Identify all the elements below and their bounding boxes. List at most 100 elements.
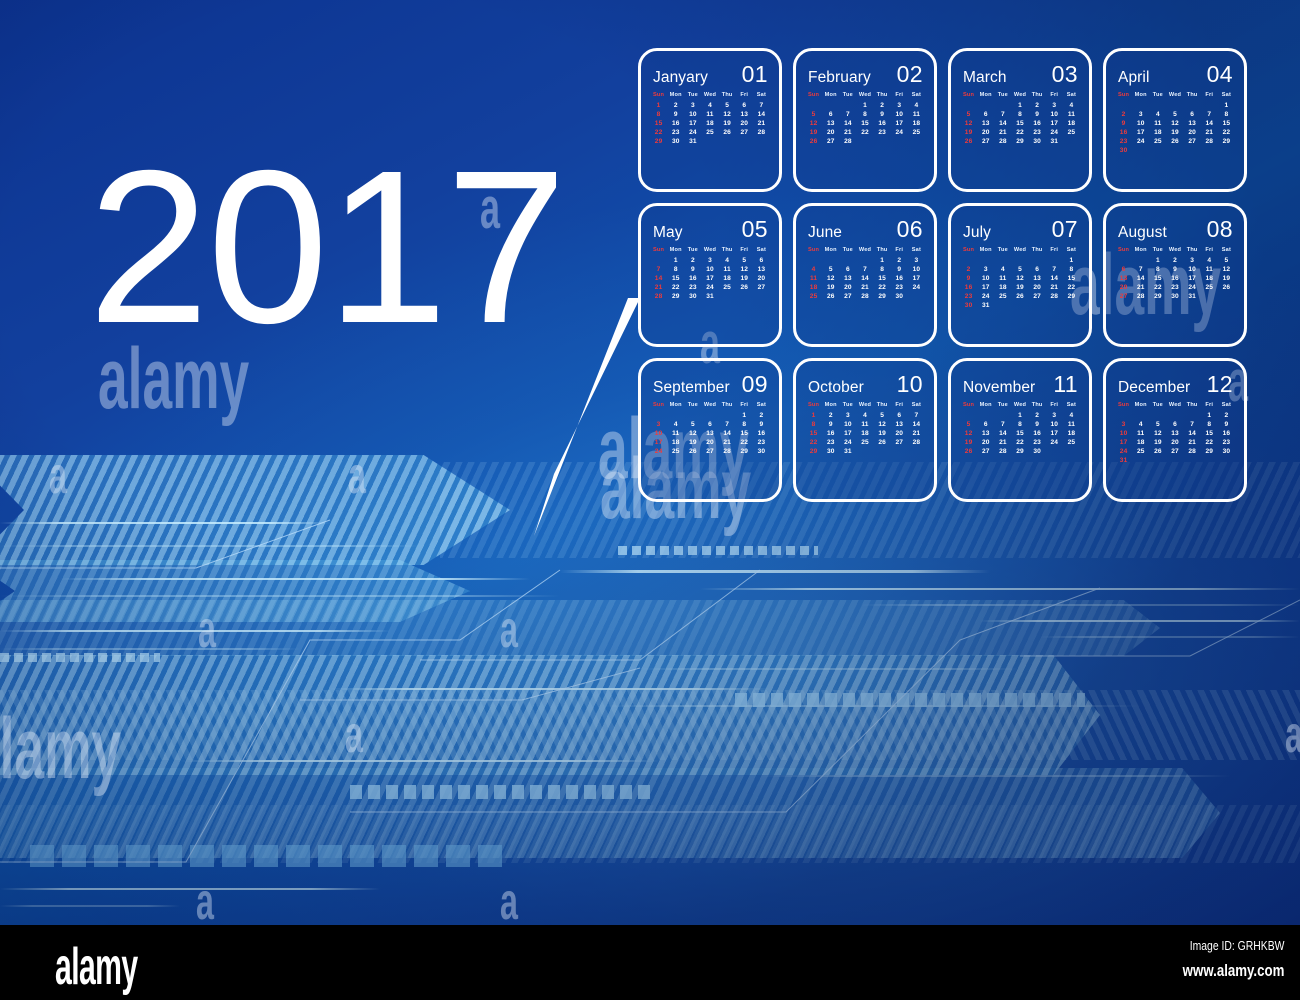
day-cell[interactable]: 14 bbox=[650, 275, 667, 282]
day-cell[interactable]: 3 bbox=[1132, 111, 1149, 118]
day-cell[interactable]: 17 bbox=[977, 284, 994, 291]
day-cell[interactable]: 21 bbox=[650, 284, 667, 291]
day-cell[interactable]: 30 bbox=[1029, 448, 1046, 455]
day-cell[interactable]: 26 bbox=[960, 448, 977, 455]
day-cell[interactable]: 19 bbox=[822, 284, 839, 291]
day-cell[interactable]: 24 bbox=[701, 284, 718, 291]
day-cell[interactable]: 1 bbox=[1218, 102, 1235, 109]
day-cell[interactable]: 22 bbox=[874, 284, 891, 291]
day-cell[interactable]: 9 bbox=[891, 266, 908, 273]
day-cell[interactable]: 7 bbox=[839, 111, 856, 118]
day-cell[interactable]: 11 bbox=[1132, 430, 1149, 437]
day-cell[interactable]: 2 bbox=[684, 257, 701, 264]
day-cell[interactable]: 25 bbox=[1063, 129, 1080, 136]
day-cell[interactable]: 6 bbox=[736, 102, 753, 109]
day-cell[interactable]: 26 bbox=[1011, 293, 1028, 300]
day-cell[interactable]: 16 bbox=[891, 275, 908, 282]
day-cell[interactable]: 24 bbox=[977, 293, 994, 300]
day-cell[interactable]: 22 bbox=[856, 129, 873, 136]
day-cell[interactable]: 4 bbox=[1063, 412, 1080, 419]
day-cell[interactable]: 3 bbox=[1046, 102, 1063, 109]
day-cell[interactable]: 13 bbox=[1184, 120, 1201, 127]
day-cell[interactable]: 1 bbox=[1063, 257, 1080, 264]
day-cell[interactable]: 22 bbox=[805, 439, 822, 446]
day-cell[interactable]: 1 bbox=[1011, 412, 1028, 419]
day-cell[interactable]: 25 bbox=[1132, 448, 1149, 455]
day-cell[interactable]: 21 bbox=[1201, 129, 1218, 136]
day-cell[interactable]: 16 bbox=[822, 430, 839, 437]
day-cell[interactable]: 4 bbox=[856, 412, 873, 419]
day-cell[interactable]: 31 bbox=[839, 448, 856, 455]
day-cell[interactable]: 25 bbox=[805, 293, 822, 300]
month-card-02[interactable]: February 02 Sun Mon Tue Wed Thu Fri Sat 1 2 3 4 5 6 7 8 9… bbox=[793, 48, 937, 192]
day-cell[interactable]: 5 bbox=[822, 266, 839, 273]
day-cell[interactable]: 1 bbox=[736, 412, 753, 419]
day-cell[interactable]: 14 bbox=[1132, 275, 1149, 282]
day-cell[interactable]: 9 bbox=[667, 111, 684, 118]
day-cell[interactable]: 23 bbox=[891, 284, 908, 291]
day-cell[interactable]: 3 bbox=[977, 266, 994, 273]
day-cell[interactable]: 28 bbox=[1132, 293, 1149, 300]
day-cell[interactable]: 10 bbox=[1046, 111, 1063, 118]
day-cell[interactable]: 28 bbox=[650, 293, 667, 300]
day-cell[interactable]: 2 bbox=[753, 412, 770, 419]
day-cell[interactable]: 8 bbox=[805, 421, 822, 428]
month-card-01[interactable]: Janyary 01 Sun Mon Tue Wed Thu Fri Sat 1 2 3 4 5 6 7 8 9 1… bbox=[638, 48, 782, 192]
day-cell[interactable]: 23 bbox=[822, 439, 839, 446]
day-cell[interactable]: 18 bbox=[908, 120, 925, 127]
month-card-12[interactable]: December 12 Sun Mon Tue Wed Thu Fri Sat 1 2 3 4 5 6 7 8 9… bbox=[1103, 358, 1247, 502]
day-cell[interactable]: 21 bbox=[719, 439, 736, 446]
day-cell[interactable]: 7 bbox=[994, 421, 1011, 428]
day-cell[interactable]: 15 bbox=[1011, 120, 1028, 127]
day-cell[interactable]: 2 bbox=[1115, 111, 1132, 118]
day-cell[interactable]: 25 bbox=[908, 129, 925, 136]
day-cell[interactable]: 8 bbox=[1149, 266, 1166, 273]
day-cell[interactable]: 2 bbox=[1166, 257, 1183, 264]
day-cell[interactable]: 27 bbox=[701, 448, 718, 455]
day-cell[interactable]: 21 bbox=[994, 439, 1011, 446]
day-cell[interactable]: 22 bbox=[1063, 284, 1080, 291]
day-cell[interactable]: 27 bbox=[822, 138, 839, 145]
day-cell[interactable]: 26 bbox=[874, 439, 891, 446]
day-cell[interactable]: 29 bbox=[650, 138, 667, 145]
day-cell[interactable]: 20 bbox=[977, 129, 994, 136]
day-cell[interactable]: 12 bbox=[684, 430, 701, 437]
day-cell[interactable]: 4 bbox=[1149, 111, 1166, 118]
day-cell[interactable]: 29 bbox=[1201, 448, 1218, 455]
day-cell[interactable]: 29 bbox=[1011, 138, 1028, 145]
day-cell[interactable]: 29 bbox=[1011, 448, 1028, 455]
day-cell[interactable]: 19 bbox=[874, 430, 891, 437]
day-cell[interactable]: 5 bbox=[960, 421, 977, 428]
day-cell[interactable]: 28 bbox=[856, 293, 873, 300]
day-cell[interactable]: 14 bbox=[908, 421, 925, 428]
day-cell[interactable]: 17 bbox=[891, 120, 908, 127]
day-cell[interactable]: 16 bbox=[753, 430, 770, 437]
day-cell[interactable]: 19 bbox=[1011, 284, 1028, 291]
day-cell[interactable]: 3 bbox=[839, 412, 856, 419]
day-cell[interactable]: 10 bbox=[1184, 266, 1201, 273]
day-cell[interactable]: 9 bbox=[1115, 120, 1132, 127]
day-cell[interactable]: 7 bbox=[753, 102, 770, 109]
day-cell[interactable]: 9 bbox=[822, 421, 839, 428]
day-cell[interactable]: 28 bbox=[1201, 138, 1218, 145]
day-cell[interactable]: 31 bbox=[1184, 293, 1201, 300]
day-cell[interactable]: 19 bbox=[960, 129, 977, 136]
day-cell[interactable]: 3 bbox=[1046, 412, 1063, 419]
day-cell[interactable]: 14 bbox=[994, 430, 1011, 437]
day-cell[interactable]: 29 bbox=[667, 293, 684, 300]
day-cell[interactable]: 18 bbox=[856, 430, 873, 437]
day-cell[interactable]: 14 bbox=[1184, 430, 1201, 437]
day-cell[interactable]: 4 bbox=[1132, 421, 1149, 428]
day-cell[interactable]: 6 bbox=[822, 111, 839, 118]
day-cell[interactable]: 23 bbox=[874, 129, 891, 136]
day-cell[interactable]: 11 bbox=[1063, 111, 1080, 118]
day-cell[interactable]: 10 bbox=[908, 266, 925, 273]
day-cell[interactable]: 17 bbox=[650, 439, 667, 446]
month-card-11[interactable]: November 11 Sun Mon Tue Wed Thu Fri Sat 1 2 3 4 5 6 7 8 9… bbox=[948, 358, 1092, 502]
day-cell[interactable]: 19 bbox=[736, 275, 753, 282]
day-cell[interactable]: 17 bbox=[1046, 120, 1063, 127]
day-cell[interactable]: 8 bbox=[1011, 111, 1028, 118]
day-cell[interactable]: 16 bbox=[1115, 129, 1132, 136]
day-cell[interactable]: 9 bbox=[684, 266, 701, 273]
day-cell[interactable]: 30 bbox=[667, 138, 684, 145]
